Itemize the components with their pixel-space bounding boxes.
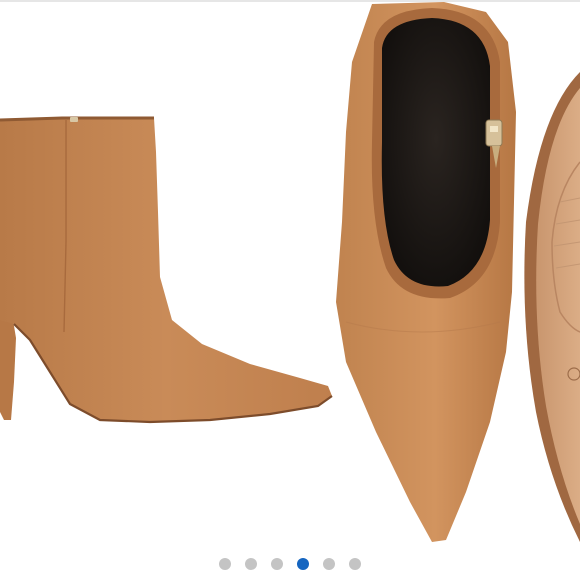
carousel-dot-1[interactable] [219,558,231,570]
boot-sole-view [524,72,580,542]
product-photo-ankle-boots [0,2,580,542]
carousel-dot-6[interactable] [349,558,361,570]
carousel-dot-5[interactable] [323,558,335,570]
boot-top-view [336,2,516,542]
carousel-dot-4[interactable] [297,558,309,570]
carousel-pagination [0,556,580,572]
carousel-dot-2[interactable] [245,558,257,570]
product-image-carousel[interactable] [0,2,580,550]
carousel-dot-3[interactable] [271,558,283,570]
boot-side-view [0,116,333,424]
